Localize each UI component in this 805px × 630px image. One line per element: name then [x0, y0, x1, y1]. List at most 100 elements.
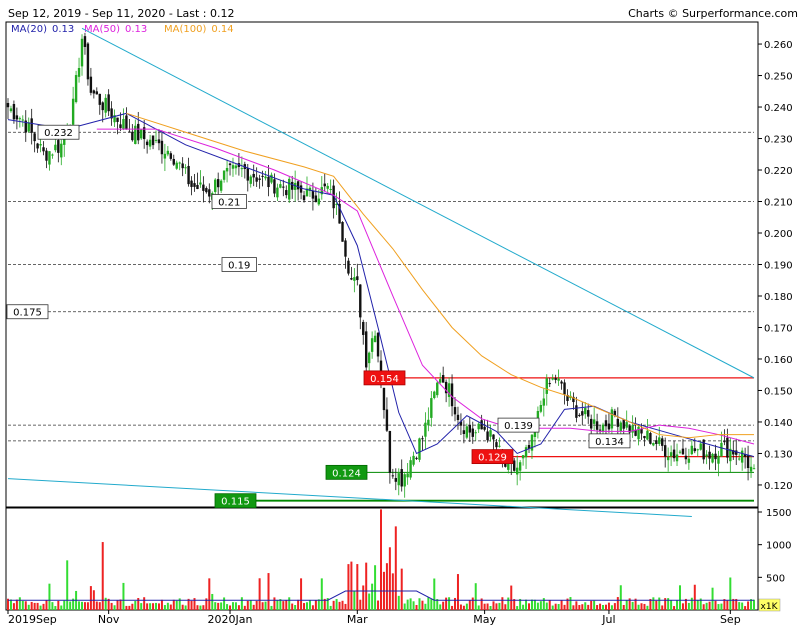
volume-bar: [596, 605, 599, 610]
resistance-label: 0.154: [363, 370, 406, 386]
candle-body: [214, 179, 217, 192]
candle-body: [364, 331, 368, 368]
dashed-level-label: 0.134: [588, 433, 631, 449]
volume-bar: [149, 603, 152, 610]
volume-bar: [388, 547, 391, 610]
volume-bar: [696, 599, 699, 610]
candle-body: [181, 163, 184, 169]
volume-bar: [741, 602, 744, 610]
volume-bar: [60, 605, 63, 610]
candle-body: [711, 453, 714, 463]
volume-bar: [24, 601, 27, 610]
price-tick-label: 0.220: [764, 166, 793, 177]
candle-body: [172, 158, 175, 165]
candle-body: [578, 414, 581, 416]
candle-body: [154, 139, 158, 141]
volume-bar: [471, 597, 474, 610]
support-label: 0.115: [214, 493, 257, 509]
volume-bar: [155, 602, 158, 610]
dashed-level-label: 0.21: [211, 194, 247, 209]
dashed-level-label-text: 0.139: [504, 421, 533, 432]
candle-body: [424, 422, 427, 437]
volume-bar: [646, 605, 649, 610]
candle-body: [219, 180, 223, 191]
candle-body: [290, 181, 294, 190]
volume-bar: [462, 605, 465, 610]
candle: [86, 42, 90, 86]
candle-body: [273, 179, 276, 194]
candle-body: [652, 443, 655, 446]
volume-bar: [311, 605, 314, 610]
volume-bar: [451, 605, 454, 610]
candle-body: [376, 332, 380, 357]
volume-bar: [516, 606, 519, 610]
candle-body: [557, 378, 560, 381]
volume-bar: [551, 605, 554, 610]
candle-body: [631, 425, 634, 433]
candle-body: [104, 97, 107, 113]
volume-bar: [510, 585, 513, 610]
candle-body: [515, 467, 519, 475]
volume-bar: [412, 601, 415, 610]
volume-bar: [705, 602, 708, 610]
volume-bar: [610, 605, 613, 610]
price-tick-label: 0.150: [764, 386, 793, 397]
volume-bar: [264, 601, 267, 610]
candle-body: [595, 421, 599, 430]
candle-body: [317, 198, 321, 205]
volume-bar: [522, 604, 525, 610]
volume-bar: [539, 601, 542, 610]
candle-body: [359, 284, 362, 318]
volume-bar: [744, 606, 747, 610]
candle-body: [264, 176, 267, 179]
candle-body: [89, 76, 93, 93]
volume-bar: [625, 600, 628, 610]
volume-bar: [439, 604, 442, 610]
volume-bar: [753, 599, 755, 610]
candle-body: [598, 429, 602, 431]
candle-body: [12, 104, 16, 120]
candle-body: [678, 451, 682, 453]
volume-bar: [332, 600, 335, 610]
volume-bar: [687, 602, 690, 610]
volume-bar: [282, 601, 285, 610]
volume-bar: [377, 600, 380, 610]
volume-bar: [146, 603, 149, 610]
volume-bar: [442, 601, 445, 610]
candle-body: [148, 139, 152, 147]
candle-body: [720, 442, 723, 457]
volume-bar: [599, 603, 602, 610]
candle-body: [735, 450, 738, 455]
volume-bar: [380, 509, 382, 610]
volume-bar: [604, 604, 607, 610]
candle-body: [92, 90, 96, 94]
volume-bar: [308, 600, 311, 610]
volume-bar: [143, 597, 146, 610]
candle-body: [36, 143, 39, 149]
candle-body: [80, 38, 84, 67]
candle-body: [362, 321, 365, 335]
volume-bar: [631, 601, 634, 610]
volume-bar: [528, 603, 531, 610]
candle-body: [403, 474, 406, 487]
volume-bar: [172, 599, 175, 610]
volume-bar: [131, 603, 134, 610]
volume-bar: [530, 599, 533, 610]
candle-body: [726, 437, 729, 458]
x-tick-label: Mar: [347, 613, 368, 626]
chart-credit-text: Charts © Surperformance.com: [628, 7, 798, 20]
candle-body: [687, 458, 691, 463]
candle-body: [107, 94, 110, 112]
volume-bar: [252, 604, 255, 610]
candle-body: [439, 379, 442, 383]
candle-body: [581, 411, 584, 416]
candle-body: [101, 102, 104, 111]
candle-body: [622, 419, 625, 429]
price-tick-label: 0.130: [764, 449, 793, 460]
volume-bar: [152, 603, 155, 610]
chart-range-text: Sep 12, 2019 - Sep 11, 2020 - Last : 0.1…: [8, 7, 234, 20]
volume-bar: [406, 599, 409, 610]
candle-body: [560, 381, 563, 384]
volume-bar: [240, 597, 243, 610]
candle-body: [643, 436, 646, 439]
